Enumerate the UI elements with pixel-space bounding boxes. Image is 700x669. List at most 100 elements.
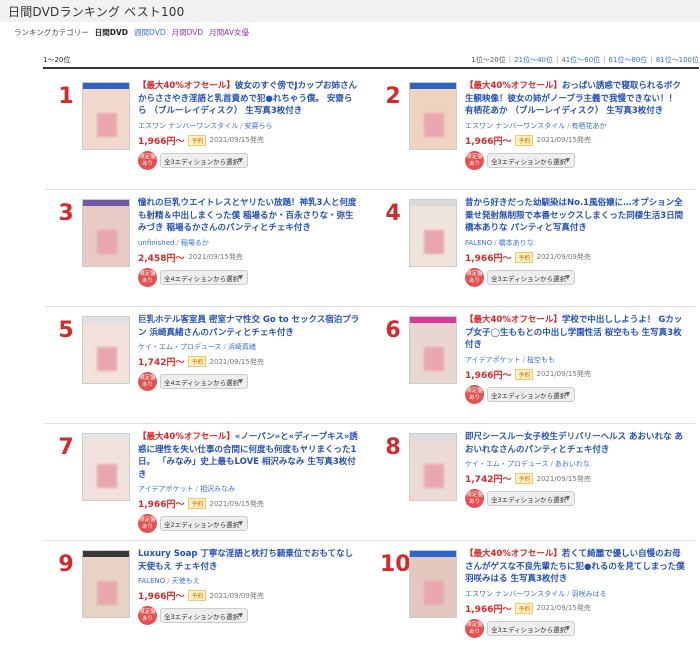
rank-number: 4 [385,201,401,226]
cover-image[interactable] [82,316,130,384]
price-line: 1,966円〜 予約 2021/09/15発売 [465,368,687,381]
cover-image[interactable] [409,199,457,267]
row-divider [45,540,695,541]
category-monthly-actress[interactable]: 月間AV女優 [209,27,249,38]
item-title: 憧れの巨乳ウエイトレスとヤリたい放題！神乳3人と何度も射精＆中出しまくった僕 稲… [138,198,357,233]
rank-number: 6 [385,318,401,343]
item-title-link[interactable]: 巨乳ホテル客室員 密室ナマ性交 Go to セックス宿泊プラン 浜崎真緒さんのパ… [138,314,360,339]
cover-image[interactable] [82,433,130,501]
edition-label: 全2エディションから選択 [491,391,567,400]
actress-link[interactable]: 相沢みなみ [200,485,235,493]
actress-link[interactable]: 稲場るか [181,239,209,247]
actress-link[interactable]: 天使もえ [172,577,200,585]
chevron-down-icon: ▼ [238,378,243,385]
page-title: 日間DVDランキング ベスト100 [8,5,185,19]
cover-image[interactable] [82,199,130,267]
ranking-item: 9 Luxury Soap 丁寧な淫語と枕打ち騎乗位でおもてなし 天使もえ チェ… [45,546,361,656]
maker-link[interactable]: エスワン ナンバーワンスタイル [138,122,238,130]
maker-link[interactable]: エスワン ナンバーワンスタイル [465,122,565,130]
rank-number: 7 [58,435,74,460]
maker-link[interactable]: エスワン ナンバーワンスタイル [465,590,565,598]
edition-select[interactable]: 全3エディションから選択 ▼ [160,608,248,623]
price-line: 1,966円〜 予約 2021/09/15発売 [465,602,687,615]
edition-line: 限定盤 あり 全3エディションから選択 ▼ [465,150,687,170]
mosaic [424,347,444,371]
category-daily-dvd[interactable]: 日間DVD [95,27,128,38]
item-title-link[interactable]: 【最大40%オフセール】おっぱい誘惑で寝取られるボク生観映像！彼女の姉がノーブラ… [465,80,687,118]
cover-band [410,434,456,440]
release-date: 2021/09/15発売 [209,499,264,508]
edition-label: 全3エディションから選択 [164,613,240,621]
price: 1,742円〜 [138,358,185,368]
maker-link[interactable]: FALENO [138,577,165,585]
ranking-item: 10 【最大40%オフセール】若くて綺麗で優しい自慢のお母さんがゲスな不良先輩た… [372,546,688,656]
mosaic [97,581,117,605]
row-divider [45,423,695,424]
edition-select[interactable]: 全3エディションから選択 ▼ [487,152,575,168]
rank-number: 3 [58,201,74,226]
maker-link[interactable]: アイデアポケット [465,356,521,364]
ranking-item: 2 【最大40%オフセール】おっぱい誘惑で寝取られるボク生観映像！彼女の姉がノー… [372,78,688,188]
item-title-link[interactable]: 憧れの巨乳ウエイトレスとヤリたい放題！神乳3人と何度も射精＆中出しまくった僕 稲… [138,197,360,235]
item-title-link[interactable]: Luxury Soap 丁寧な淫語と枕打ち騎乗位でおもてなし 天使もえ チェキ付… [138,548,360,573]
item-info: 昔から好きだった幼馴染はNo.1風俗嬢に…オプション全乗せ発射無制限で本番セック… [465,197,687,287]
edition-select[interactable]: 全3エディションから選択 ▼ [487,620,575,636]
edition-select[interactable]: 全4エディションから選択 ▼ [160,374,248,389]
maker-link[interactable]: ケイ・エム・プロデュース [138,343,222,351]
chevron-down-icon: ▼ [238,520,243,527]
cover-image[interactable] [409,316,457,384]
edition-select[interactable]: 全3エディションから選択 ▼ [487,491,575,506]
item-title-link[interactable]: 【最大40%オフセール】学校で中出ししようよ！ Gカップ女子◯生ももとの中出し学… [465,314,687,352]
page-link-81[interactable]: 81位〜100位 [656,55,699,67]
actress-link[interactable]: あおいれな [555,460,590,468]
edition-select[interactable]: 全2エディションから選択 ▼ [160,516,248,531]
limited-badge: 限定盤 あり [138,372,157,391]
maker-link[interactable]: FALENO [465,239,492,247]
range-bar: 1〜20位 1位〜20位 | 21位〜40位 | 41位〜60位 | 61位〜8… [43,55,699,69]
edition-line: 限定盤 あり 全3エディションから選択 ▼ [138,606,360,625]
item-title-link[interactable]: 【最大40%オフセール】彼女のすぐ傍でJカップお姉さんからささやき淫語と乳首責め… [138,80,360,118]
edition-line: 限定盤 あり 全3エディションから選択 ▼ [138,150,360,170]
item-title-link[interactable]: 【最大40%オフセール】«ノーパン»と«ディープキス»誘惑に理性を失い仕事の合間… [138,431,360,481]
actress-link[interactable]: 桜空もも [527,356,555,364]
maker-line: ケイ・エム・プロデュース / 浜崎真緒 [138,343,256,351]
item-info: 【最大40%オフセール】彼女のすぐ傍でJカップお姉さんからささやき淫語と乳首責め… [138,80,360,170]
cover-image[interactable] [82,550,130,618]
maker-link[interactable]: アイデアポケット [138,485,194,493]
actress-link[interactable]: 安齋らら [244,122,272,130]
cover-band [83,551,129,557]
pager: 1位〜20位 | 21位〜40位 | 41位〜60位 | 61位〜80位 | 8… [471,55,699,67]
actress-link[interactable]: 羽咲みはる [571,590,606,598]
maker-link[interactable]: unfinished [138,239,175,247]
actress-link[interactable]: 浜崎真緒 [228,343,256,351]
maker-link[interactable]: ケイ・エム・プロデュース [465,460,549,468]
page-link-41[interactable]: 41位〜60位 [561,55,600,67]
edition-select[interactable]: 全3エディションから選択 ▼ [160,152,248,168]
mosaic [424,113,444,137]
edition-select[interactable]: 全4エディションから選択 ▼ [160,269,248,285]
price-line: 2,458円〜 2021/09/15発売 [138,251,360,264]
page-header: 日間DVDランキング ベスト100 [0,0,700,22]
category-weekly-dvd[interactable]: 週間DVD [134,27,166,38]
maker-line: unfinished / 稲場るか [138,238,209,247]
rank-number: 10 [380,552,411,577]
maker-line: ケイ・エム・プロデュース / あおいれな [465,460,590,468]
actress-link[interactable]: 有栖花あか [571,122,606,130]
item-title-link[interactable]: 【最大40%オフセール】若くて綺麗で優しい自慢のお母さんがゲスな不良先輩たちに犯… [465,548,687,586]
item-title-link[interactable]: 即尺シースルー女子校生デリバリーヘルス あおいれな あおいれなさんのパンティとチ… [465,431,687,456]
item-title-link[interactable]: 昔から好きだった幼馴染はNo.1風俗嬢に…オプション全乗せ発射無制限で本番セック… [465,197,687,235]
mosaic [97,464,117,488]
cover-image[interactable] [409,550,457,618]
page-link-21[interactable]: 21位〜40位 [514,55,553,67]
edition-select[interactable]: 全3エディションから選択 ▼ [487,269,575,285]
edition-select[interactable]: 全2エディションから選択 ▼ [487,386,575,402]
edition-label: 全3エディションから選択 [491,625,567,634]
cover-image[interactable] [409,433,457,501]
cover-image[interactable] [409,82,457,150]
page-link-61[interactable]: 61位〜80位 [609,55,648,67]
category-monthly-dvd[interactable]: 月間DVD [172,27,204,38]
release-date: 2021/09/15発売 [209,136,264,144]
chevron-down-icon: ▼ [565,390,570,398]
cover-image[interactable] [82,82,130,150]
actress-link[interactable]: 橋本ありな [499,239,534,247]
